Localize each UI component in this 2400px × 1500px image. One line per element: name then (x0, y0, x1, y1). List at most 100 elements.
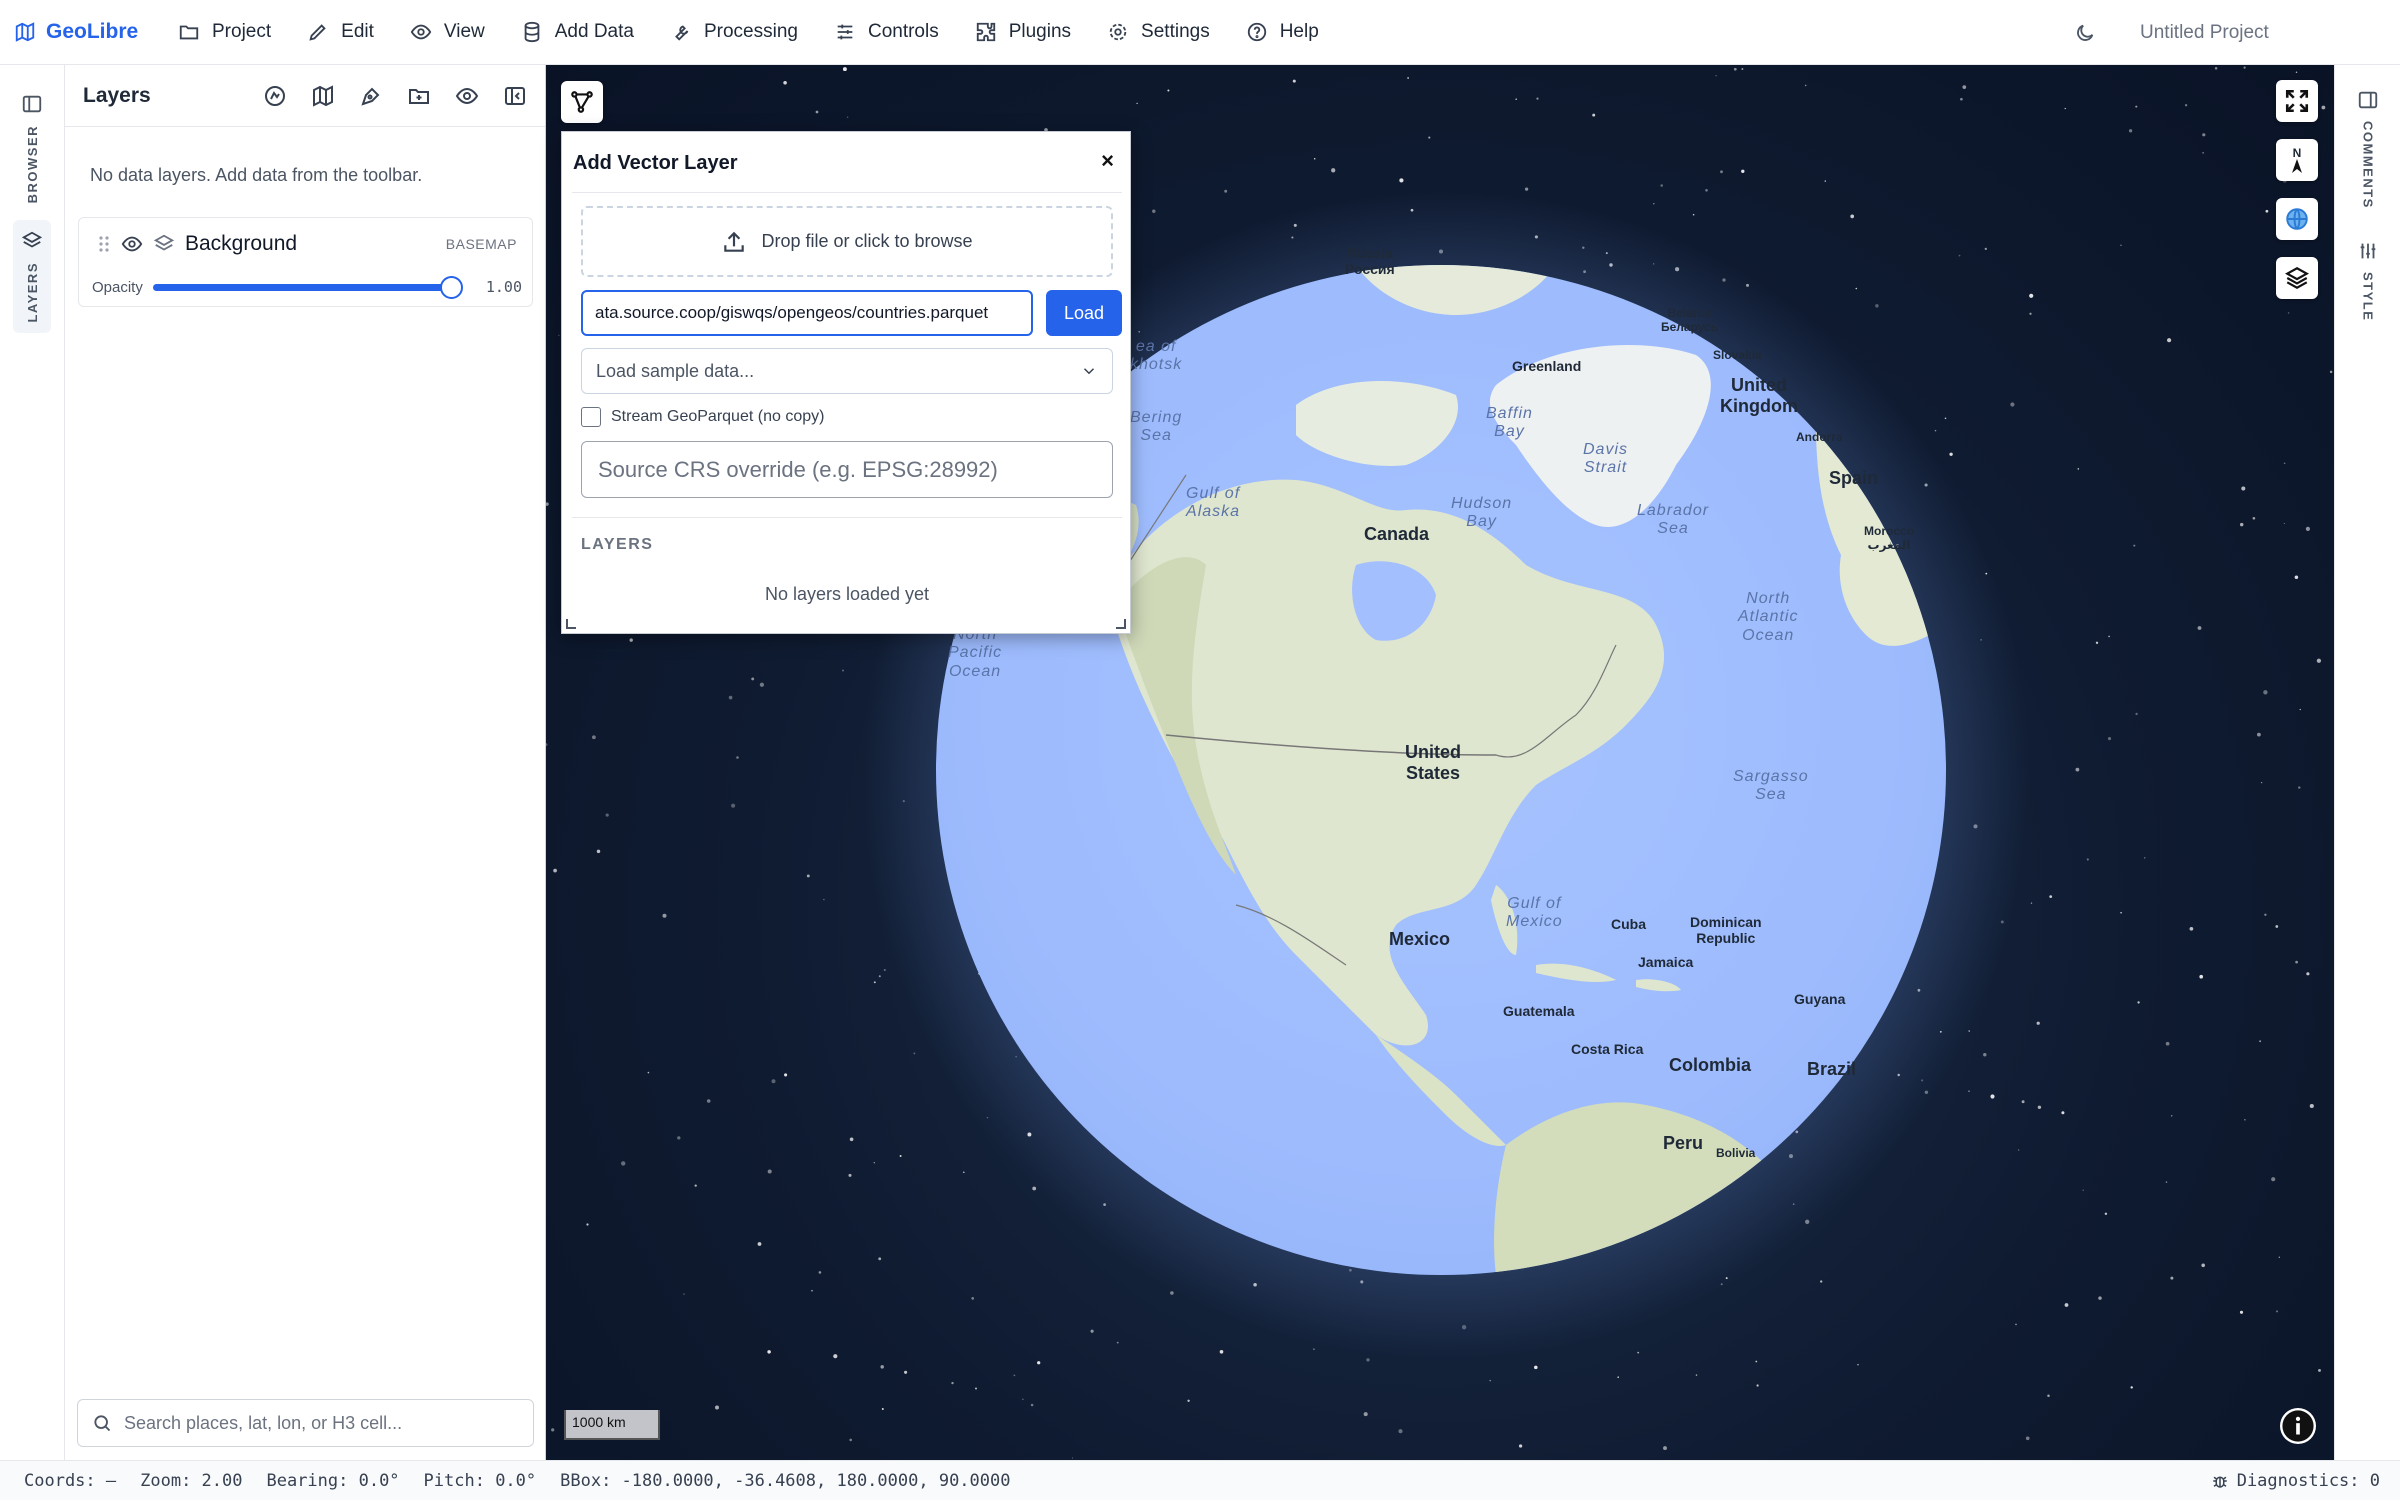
add-folder-icon[interactable] (407, 84, 431, 108)
star (771, 1079, 776, 1084)
resize-corner-bl[interactable] (566, 619, 576, 629)
menubar: GeoLibre Project Edit View Add Data Proc… (0, 0, 2400, 65)
menu-edit[interactable]: Edit (289, 0, 392, 65)
star (629, 638, 633, 642)
chevron-down-icon (1083, 368, 1095, 375)
moon-icon[interactable] (2074, 22, 2096, 44)
menu-controls[interactable]: Controls (816, 0, 957, 65)
sample-data-select[interactable]: Load sample data... (581, 348, 1113, 394)
diagnostics-indicator[interactable]: Diagnostics: 0 (2211, 1471, 2380, 1491)
star (811, 1289, 813, 1292)
dialog-divider (572, 517, 1122, 518)
eye-icon[interactable] (121, 233, 143, 255)
star (2135, 712, 2138, 716)
star (1090, 1329, 1094, 1333)
star (1116, 1341, 1119, 1344)
visibility-icon[interactable] (455, 84, 479, 108)
info-icon (2282, 1410, 2314, 1442)
file-dropzone[interactable]: Drop file or click to browse (581, 206, 1113, 277)
resize-corner-br[interactable] (1116, 619, 1126, 629)
globe-projection-button[interactable] (2276, 198, 2318, 240)
upload-icon (724, 231, 745, 252)
menu-settings[interactable]: Settings (1089, 0, 1228, 65)
menu-label: Project (212, 21, 272, 42)
fullscreen-button[interactable] (2276, 80, 2318, 122)
opacity-label: Opacity (92, 278, 143, 296)
star (2120, 244, 2122, 247)
star (1071, 1457, 1074, 1459)
star (1755, 1360, 1758, 1363)
star (849, 1438, 853, 1442)
app-name: GeoLibre (46, 20, 139, 43)
dialog-title: Add Vector Layer (573, 152, 738, 174)
menu-add-data[interactable]: Add Data (503, 0, 652, 65)
eye-icon (410, 24, 432, 40)
menu-project[interactable]: Project (160, 0, 289, 65)
status-bbox: BBox: -180.0000, -36.4608, 180.0000, 90.… (560, 1470, 1011, 1491)
url-input[interactable] (581, 290, 1033, 336)
label-united-states: United States (1405, 742, 1461, 783)
sidebar-panel-icon (22, 95, 42, 113)
vector-add-icon[interactable] (263, 84, 287, 108)
tab-style[interactable]: STYLE (2348, 240, 2388, 321)
star (1741, 169, 1745, 173)
tab-layers[interactable]: LAYERS (13, 220, 51, 333)
star (2263, 690, 2268, 695)
slider-thumb[interactable] (439, 276, 463, 299)
star (823, 898, 825, 901)
help-circle-icon (1247, 22, 1266, 42)
search-input[interactable] (124, 1412, 524, 1434)
star (2135, 105, 2138, 108)
star (975, 1387, 977, 1390)
star (2108, 635, 2110, 638)
layer-card-background[interactable]: Background BASEMAP Opacity 1.00 (78, 217, 533, 307)
star (621, 1161, 626, 1166)
label-belarus: Belarus Беларусь (1661, 306, 1719, 334)
label-labrador-sea: Labrador Sea (1637, 502, 1710, 538)
star (842, 669, 844, 672)
app-brand[interactable]: GeoLibre (0, 20, 160, 44)
drag-handle-icon[interactable] (97, 234, 111, 254)
star (848, 1173, 852, 1177)
star (2201, 1263, 2205, 1268)
layer-control-button[interactable] (2276, 257, 2318, 299)
star (2064, 1303, 2069, 1307)
star (767, 1350, 771, 1354)
attribution-button[interactable] (2280, 1408, 2316, 1444)
close-icon[interactable]: × (1101, 148, 1114, 174)
star (1219, 1349, 1224, 1354)
compass-button[interactable]: N (2276, 139, 2318, 181)
layer-card-header: Background BASEMAP (97, 232, 517, 256)
tab-comments[interactable]: COMMENTS (2348, 89, 2388, 209)
star (1136, 102, 1138, 105)
star (1398, 1429, 1403, 1434)
menu-processing[interactable]: Processing (652, 0, 816, 65)
load-button[interactable]: Load (1046, 290, 1122, 336)
vector-tool-button[interactable] (561, 81, 603, 123)
opacity-slider[interactable] (152, 276, 463, 299)
star (1363, 1412, 1368, 1417)
opacity-value: 1.00 (485, 278, 522, 296)
stream-geoparquet-row: Stream GeoParquet (no copy) (581, 407, 824, 427)
draw-icon[interactable] (359, 84, 383, 108)
basemap-icon[interactable] (311, 84, 335, 108)
star (2037, 1105, 2042, 1110)
star (2283, 462, 2286, 465)
star (1804, 84, 1807, 87)
label-brazil: Brazil (1807, 1059, 1857, 1079)
fullscreen-icon (2285, 89, 2309, 113)
stream-geoparquet-checkbox[interactable] (581, 407, 601, 427)
project-title[interactable]: Untitled Project (2140, 22, 2400, 44)
label-uk: United Kingdom (1720, 375, 1798, 416)
layer-badge: BASEMAP (445, 236, 517, 252)
tab-browser[interactable]: BROWSER (13, 83, 51, 213)
collapse-panel-icon[interactable] (503, 84, 527, 108)
label-andorra: Andorra (1796, 430, 1843, 444)
crs-override-input[interactable] (581, 441, 1113, 498)
menu-help[interactable]: Help (1228, 0, 1337, 65)
scale-label: 1000 km (572, 1414, 626, 1430)
star (715, 1405, 719, 1410)
menu-plugins[interactable]: Plugins (957, 0, 1089, 65)
star (2029, 293, 2034, 298)
menu-view[interactable]: View (392, 0, 503, 65)
